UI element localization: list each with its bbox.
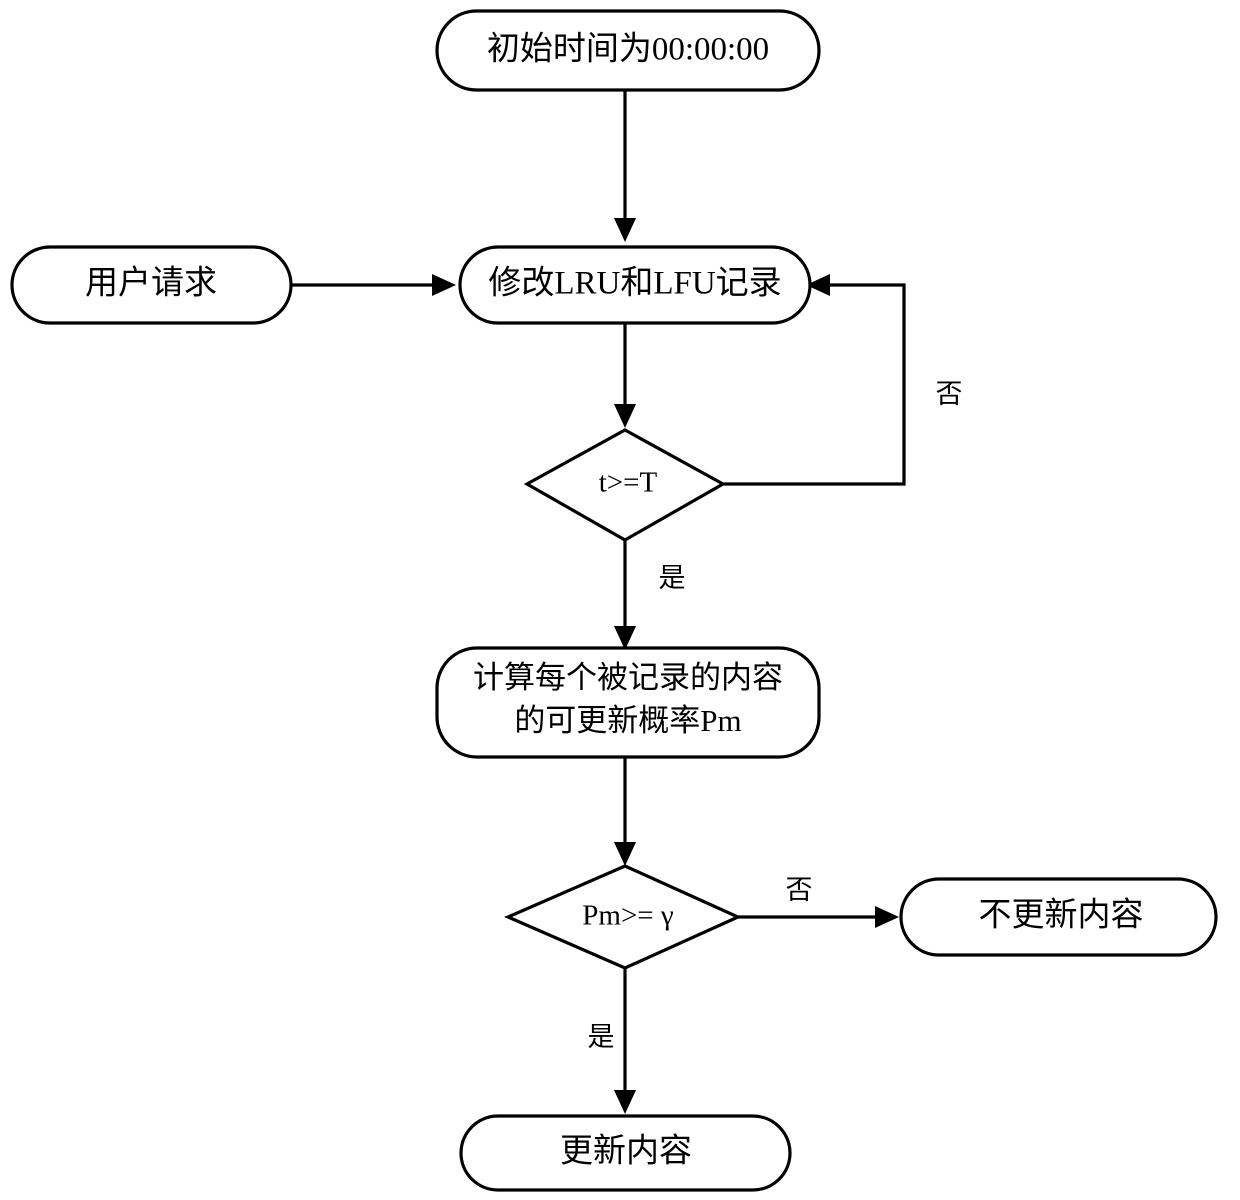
- node-start[interactable]: 初始时间为00:00:00: [435, 9, 821, 92]
- node-start-label: 初始时间为00:00:00: [487, 31, 769, 68]
- node-probability-check-label: Pm>= γ: [582, 900, 674, 932]
- edge-label-probability-check-yes: 是: [588, 1022, 615, 1052]
- flowchart-svg: 初始时间为00:00:00 用户请求 修改LRU和LFU记录 t>=T 计算每个…: [10, 9, 1218, 1192]
- node-no-update-label: 不更新内容: [979, 897, 1144, 934]
- edge-label-time-check-yes: 是: [659, 563, 686, 593]
- node-time-check[interactable]: t>=T: [523, 428, 727, 542]
- node-compute-probability-label-line1: 计算每个被记录的内容: [473, 660, 783, 695]
- node-modify-records[interactable]: 修改LRU和LFU记录: [458, 245, 812, 325]
- node-time-check-label: t>=T: [599, 467, 658, 499]
- node-update-label: 更新内容: [560, 1133, 692, 1170]
- edge-label-time-check-no: 否: [936, 379, 963, 409]
- flowchart-canvas: 初始时间为00:00:00 用户请求 修改LRU和LFU记录 t>=T 计算每个…: [0, 0, 1240, 1200]
- edge-label-probability-check-no: 否: [786, 875, 813, 905]
- node-update[interactable]: 更新内容: [459, 1114, 792, 1192]
- node-compute-probability-label-line2: 的可更新概率Pm: [514, 703, 741, 738]
- node-modify-records-label: 修改LRU和LFU记录: [488, 265, 781, 302]
- node-compute-probability[interactable]: 计算每个被记录的内容 的可更新概率Pm: [435, 646, 821, 759]
- node-user-request-label: 用户请求: [85, 265, 217, 302]
- node-user-request[interactable]: 用户请求: [10, 245, 293, 325]
- node-no-update[interactable]: 不更新内容: [899, 877, 1218, 957]
- node-probability-check[interactable]: Pm>= γ: [503, 864, 742, 970]
